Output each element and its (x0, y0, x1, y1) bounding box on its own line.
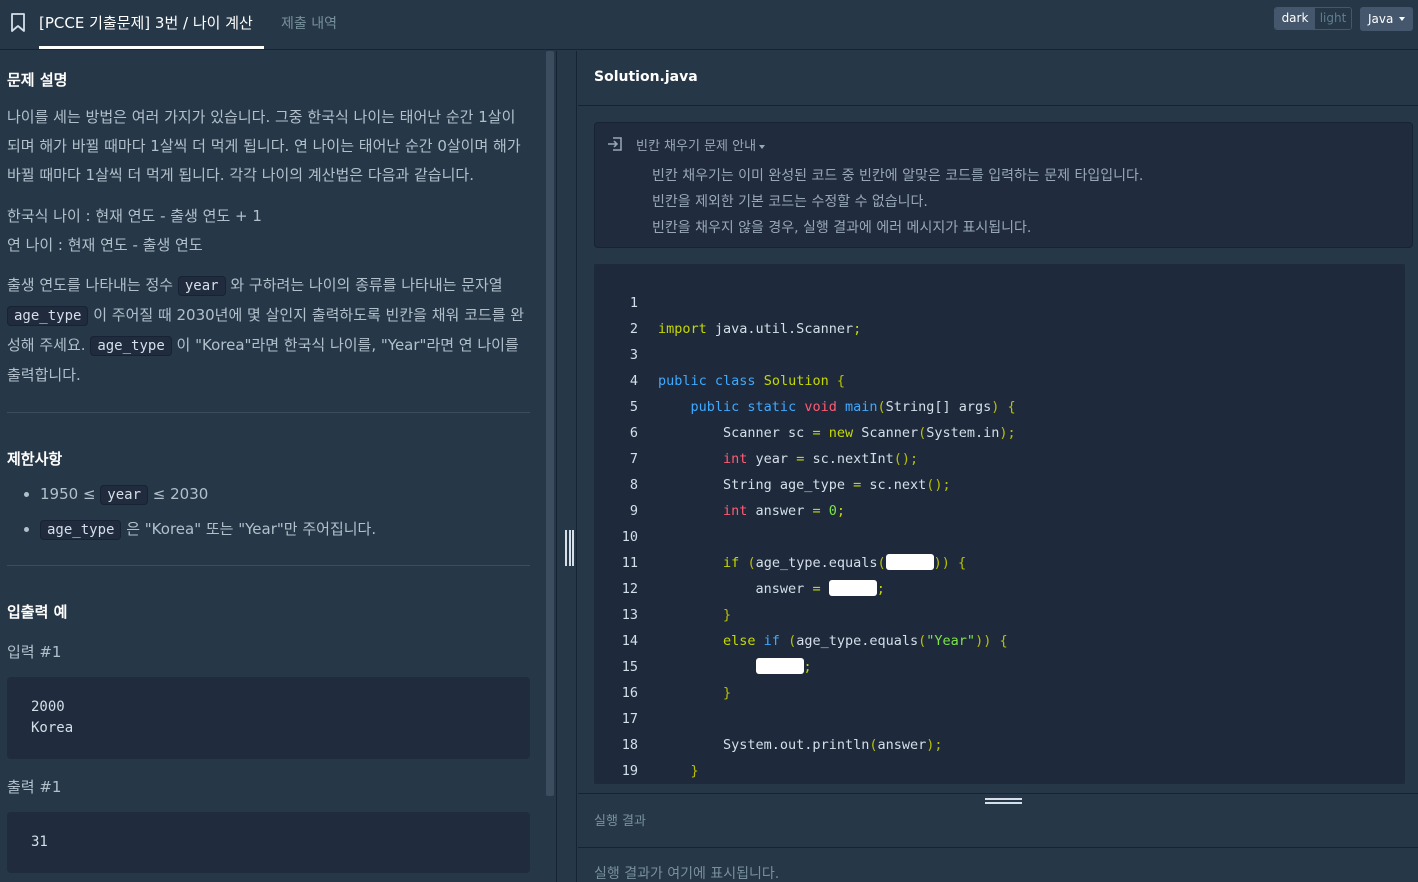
code-line: 17 System.out.println(answer); (594, 680, 1405, 753)
code-line: 5 Scanner sc = new Scanner(System.in); (594, 368, 1405, 441)
divider (578, 847, 1418, 848)
input-line: 2000 (31, 699, 65, 715)
output-example-box: 31 (7, 812, 530, 873)
constraint-text: 1950 ≤ (40, 485, 101, 503)
tab-submissions[interactable]: 제출 내역 (281, 13, 337, 33)
code-line: 14 ; (594, 602, 1405, 675)
divider (578, 105, 1418, 106)
code-editor[interactable]: 1 import java.util.Scanner; 2 3 public c… (594, 264, 1405, 784)
code-line: 16 (594, 654, 1405, 701)
fill-blank-guide: 빈칸 채우기 문제 안내 빈칸 채우기는 이미 완성된 코드 중 빈칸에 알맞은… (594, 122, 1413, 248)
code-line: 13 else if (age_type.equals("Year")) { (594, 576, 1405, 649)
code-line: 6 int year = sc.nextInt(); (594, 394, 1405, 467)
tab-problem-title[interactable]: [PCCE 기출문제] 3번 / 나이 계산 (39, 12, 253, 33)
code-year: year (177, 276, 226, 296)
input-label: 입력 #1 (7, 643, 62, 661)
code-line: 9 (594, 472, 1405, 519)
divider (578, 793, 1418, 794)
code-line: 11 answer = ; (594, 524, 1405, 597)
panel-splitter[interactable] (556, 51, 577, 882)
input-example-box: 2000 Korea (7, 677, 530, 759)
output-line: 31 (31, 834, 48, 850)
formula-year-age: 연 나이 : 현재 연도 - 출생 연도 (7, 236, 203, 254)
chevron-down-icon (1399, 17, 1405, 21)
list-item: 1950 ≤ year ≤ 2030 (0, 477, 530, 512)
code-line: 19 } (594, 732, 1405, 779)
guide-text: 빈칸 채우기는 이미 완성된 코드 중 빈칸에 알맞은 코드를 입력하는 문제 … (652, 163, 1143, 241)
io-example-title: 입출력 예 (7, 603, 68, 621)
resize-handle-icon[interactable] (985, 798, 1022, 806)
description-title: 문제 설명 (7, 71, 68, 89)
guide-title: 빈칸 채우기 문제 안내 (636, 139, 757, 154)
code-age-type: age_type (7, 306, 89, 326)
problem-scrollbar[interactable] (546, 51, 554, 796)
header-bar: [PCCE 기출문제] 3번 / 나이 계산 제출 내역 dark light … (0, 0, 1418, 50)
constraints-title: 제한사항 (7, 450, 63, 468)
section-divider (7, 412, 530, 413)
guide-toggle[interactable]: 빈칸 채우기 문제 안내 (636, 135, 766, 154)
problem-panel: 문제 설명 나이를 세는 방법은 여러 가지가 있습니다. 그중 한국식 나이는… (0, 51, 556, 882)
description-paragraph: 나이를 세는 방법은 여러 가지가 있습니다. 그중 한국식 나이는 태어난 순… (7, 108, 521, 184)
constraint-text: 은 "Korea" 또는 "Year"만 주어집니다. (121, 520, 377, 538)
code-line: 1 import java.util.Scanner; (594, 264, 1405, 337)
guide-line: 빈칸을 채우지 않을 경우, 실행 결과에 에러 메시지가 표시됩니다. (652, 220, 1032, 236)
enter-icon (608, 137, 622, 151)
language-select-value: Java (1368, 12, 1394, 26)
editor-panel: Solution.java 빈칸 채우기 문제 안내 빈칸 채우기는 이미 완성… (578, 51, 1418, 882)
splitter-handle-icon[interactable] (565, 530, 574, 566)
code-line: 20 (594, 758, 1405, 784)
file-name: Solution.java (594, 69, 698, 85)
output-label: 출력 #1 (7, 778, 62, 796)
code-line: 15 } (594, 628, 1405, 701)
section-divider (7, 565, 530, 566)
code-age-type: age_type (40, 520, 122, 540)
theme-light-button[interactable]: light (1315, 8, 1351, 29)
code-line: 2 (594, 290, 1405, 337)
code-age-type: age_type (90, 336, 172, 356)
constraints-list: 1950 ≤ year ≤ 2030 age_type 은 "Korea" 또는… (0, 477, 530, 547)
code-line: 7 String age_type = sc.next(); (594, 420, 1405, 493)
constraint-text: ≤ 2030 (148, 485, 209, 503)
code-line: 10 if (age_type.equals()) { (594, 498, 1405, 571)
code-line: 3 public class Solution { (594, 316, 1405, 389)
input-line: Korea (31, 720, 74, 736)
code-line: 12 } (594, 550, 1405, 623)
language-select[interactable]: Java (1360, 7, 1413, 31)
code-line: 4 public static void main(String[] args)… (594, 342, 1405, 415)
theme-toggle: dark light (1274, 7, 1352, 30)
code-line: 18 } (594, 706, 1405, 779)
list-item: age_type 은 "Korea" 또는 "Year"만 주어집니다. (0, 512, 530, 547)
task-text: 출생 연도를 나타내는 정수 (7, 276, 178, 294)
result-output: 실행 결과가 여기에 표시됩니다. (594, 866, 780, 882)
chevron-down-icon (759, 144, 766, 149)
task-text: 와 구하려는 나이의 종류를 나타내는 문자열 (225, 276, 503, 294)
active-tab-indicator (39, 46, 264, 49)
code-line: 8 int answer = 0; (594, 446, 1405, 519)
result-title: 실행 결과 (594, 814, 646, 829)
theme-dark-button[interactable]: dark (1275, 8, 1315, 29)
bookmark-icon[interactable] (10, 13, 26, 33)
guide-line: 빈칸을 제외한 기본 코드는 수정할 수 없습니다. (652, 194, 928, 210)
code-year: year (100, 485, 148, 505)
task-paragraph: 출생 연도를 나타내는 정수 year 와 구하려는 나이의 종류를 나타내는 … (7, 271, 530, 390)
guide-line: 빈칸 채우기는 이미 완성된 코드 중 빈칸에 알맞은 코드를 입력하는 문제 … (652, 168, 1144, 184)
formula-korean-age: 한국식 나이 : 현재 연도 - 출생 연도 + 1 (7, 207, 262, 225)
